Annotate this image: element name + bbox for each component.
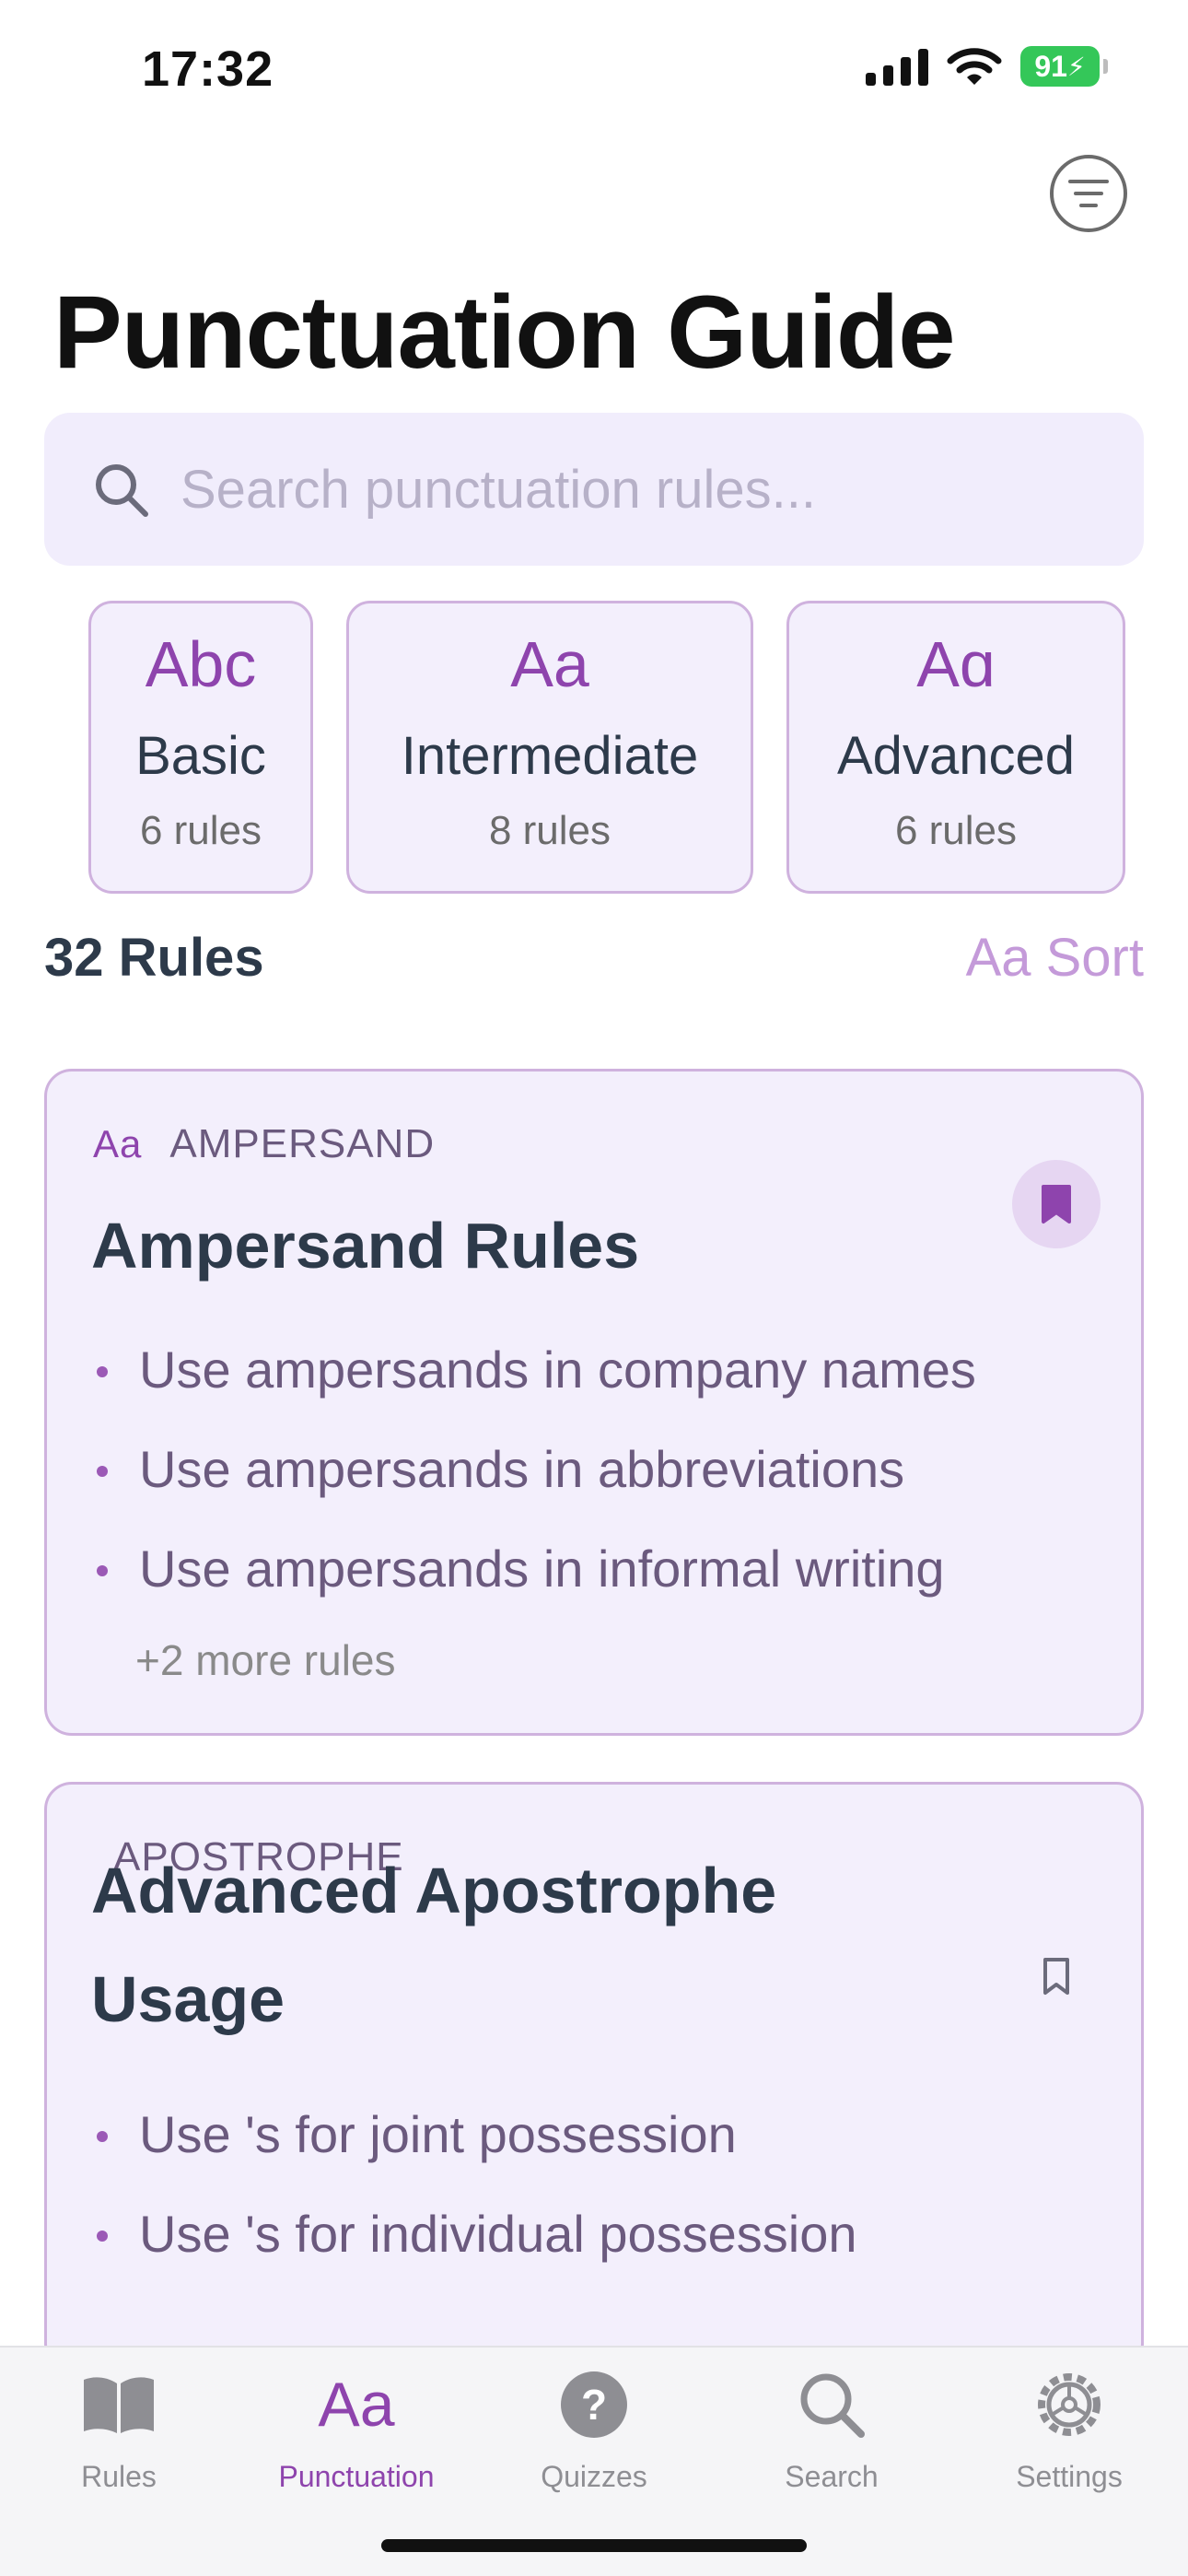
magnifier-icon (713, 2368, 950, 2441)
tab-label: Settings (1016, 2460, 1123, 2493)
tab-search[interactable]: Search (713, 2348, 950, 2495)
filter-line-icon (1068, 180, 1109, 183)
level-count: 8 rules (488, 808, 611, 853)
more-rules-label: +2 more rules (135, 1636, 396, 1684)
cellular-signal-icon (866, 47, 928, 86)
tab-label: Punctuation (278, 2460, 435, 2493)
list-item: Use 's for individual possession (91, 2184, 857, 2284)
card-title: Ampersand Rules (91, 1210, 640, 1282)
question-circle-icon: ? (475, 2368, 713, 2441)
category-icon: Aa (93, 1122, 143, 1165)
status-bar: 17:32 91 ⚡ (0, 0, 1188, 138)
list-item: Use 's for joint possession (91, 2085, 857, 2184)
gear-icon (950, 2368, 1188, 2441)
status-icons: 91 ⚡ (866, 46, 1108, 87)
filter-line-icon (1079, 204, 1098, 207)
card-title-line: Usage (91, 1963, 285, 2035)
search-icon (96, 464, 148, 517)
level-count: 6 rules (139, 808, 262, 853)
tab-quizzes[interactable]: ? Quizzes (475, 2348, 713, 2495)
level-icon: Aa (510, 628, 589, 700)
level-card-intermediate[interactable]: Aa Intermediate 8 rules (346, 601, 753, 894)
battery-level: 91 (1034, 49, 1067, 83)
level-name: Basic (135, 726, 266, 786)
level-icon: Abc (145, 628, 257, 700)
battery-icon: 91 ⚡ (1020, 46, 1108, 87)
list-item: Use ampersands in informal writing (91, 1519, 976, 1619)
list-item: Use ampersands in company names (91, 1320, 976, 1420)
level-name: Intermediate (401, 726, 699, 786)
home-indicator[interactable] (381, 2539, 807, 2552)
filter-button[interactable] (1050, 155, 1127, 232)
level-icon: Aɑ (916, 628, 996, 700)
tab-settings[interactable]: Settings (950, 2348, 1188, 2495)
level-card-basic[interactable]: Abc Basic 6 rules (88, 601, 313, 894)
book-icon (0, 2368, 238, 2441)
category-label: AMPERSAND (169, 1121, 436, 1166)
card-category: Aa AMPERSAND (93, 1121, 435, 1167)
level-name: Advanced (837, 726, 1075, 786)
svg-text:?: ? (581, 2381, 607, 2429)
tab-label: Search (785, 2460, 879, 2493)
search-bar[interactable] (44, 413, 1144, 566)
wifi-icon (947, 48, 1002, 85)
list-item: Use ampersands in abbreviations (91, 1420, 976, 1519)
rule-list: Use ampersands in company names Use ampe… (91, 1320, 976, 1619)
bookmark-button[interactable] (1012, 1932, 1101, 2020)
rule-card[interactable]: Aa AMPERSAND Ampersand Rules Use ampersa… (44, 1069, 1144, 1736)
bookmark-filled-icon (1042, 1185, 1071, 1224)
filter-line-icon (1074, 192, 1103, 195)
tab-label: Rules (81, 2460, 157, 2493)
text-format-icon: Aa (318, 2370, 395, 2440)
sort-button[interactable]: Aa Sort (966, 927, 1144, 989)
rule-card[interactable]: APOSTROPHE Advanced Apostrophe Usage Use… (44, 1782, 1144, 2371)
bookmark-button[interactable] (1012, 1160, 1101, 1248)
tab-punctuation[interactable]: Aa Punctuation (238, 2348, 475, 2495)
card-title-line: Advanced Apostrophe (91, 1855, 777, 1926)
level-count: 6 rules (894, 808, 1018, 853)
tab-label: Quizzes (541, 2460, 647, 2493)
status-time: 17:32 (142, 41, 274, 97)
page-title: Punctuation Guide (53, 275, 956, 390)
rule-list: Use 's for joint possession Use 's for i… (91, 2085, 857, 2284)
level-card-advanced[interactable]: Aɑ Advanced 6 rules (786, 601, 1125, 894)
tab-rules[interactable]: Rules (0, 2348, 238, 2495)
charging-bolt-icon: ⚡ (1066, 52, 1086, 81)
search-input[interactable] (181, 450, 1083, 529)
bookmark-outline-icon (1043, 1958, 1069, 1995)
card-title: Advanced Apostrophe Usage (91, 1836, 776, 2054)
rules-count: 32 Rules (44, 928, 264, 988)
